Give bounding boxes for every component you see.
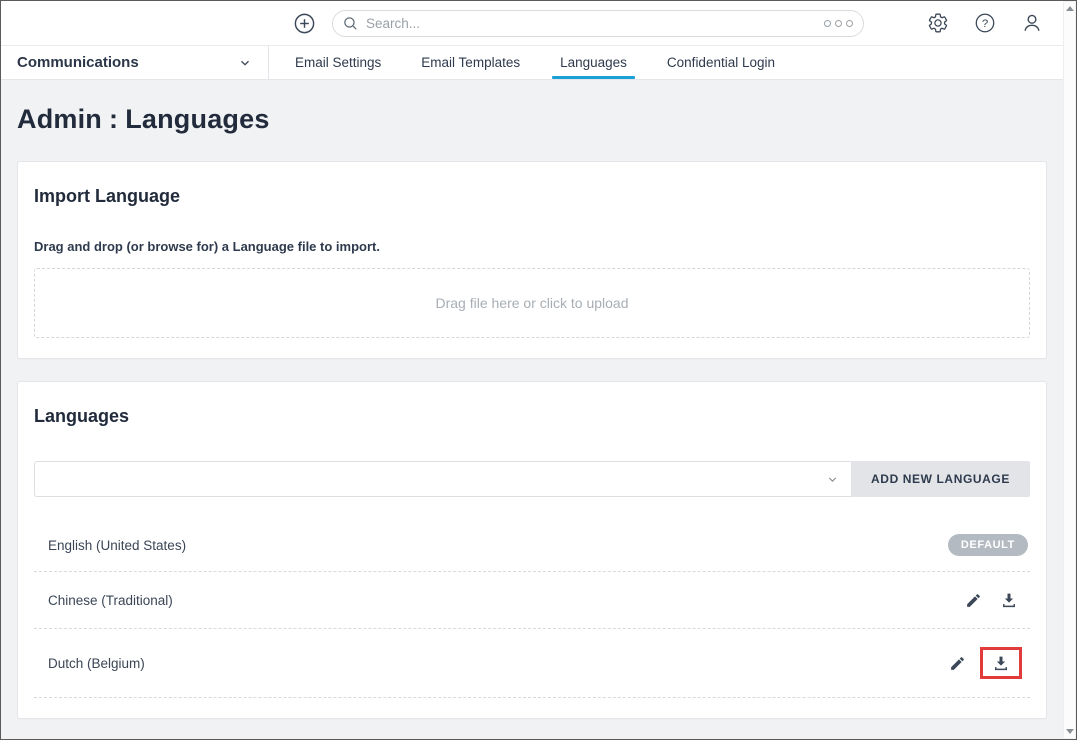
language-name: Chinese (Traditional)	[48, 592, 173, 608]
language-row-dutch: Dutch (Belgium)	[34, 629, 1030, 698]
import-instruction: Drag and drop (or browse for) a Language…	[34, 239, 380, 254]
tab-email-settings[interactable]: Email Settings	[275, 46, 401, 79]
app-window: Search... ? Communications Email Setting…	[0, 0, 1077, 740]
language-list: English (United States) DEFAULT Chinese …	[34, 519, 1030, 698]
settings-button[interactable]	[927, 12, 949, 34]
tab-bar: Email Settings Email Templates Languages…	[275, 46, 795, 79]
language-name: Dutch (Belgium)	[48, 655, 145, 671]
scroll-down-icon[interactable]	[1065, 729, 1074, 734]
file-dropzone[interactable]: Drag file here or click to upload	[34, 268, 1030, 338]
vertical-scrollbar[interactable]	[1063, 2, 1075, 738]
add-new-button[interactable]	[293, 12, 316, 35]
chevron-down-icon	[826, 473, 839, 486]
dropzone-label: Drag file here or click to upload	[435, 295, 629, 311]
page-title-page: Languages	[125, 104, 270, 134]
language-name: English (United States)	[48, 537, 187, 553]
scroll-up-icon[interactable]	[1065, 6, 1074, 11]
user-menu-button[interactable]	[1021, 12, 1043, 34]
pencil-icon	[965, 592, 982, 609]
help-button[interactable]: ?	[974, 12, 996, 34]
page-title-section: Admin	[17, 104, 102, 134]
import-language-card: Import Language Drag and drop (or browse…	[17, 161, 1047, 359]
top-bar: Search... ?	[1, 1, 1063, 46]
search-input[interactable]: Search...	[332, 9, 864, 37]
help-icon: ?	[974, 12, 996, 34]
languages-card-title: Languages	[34, 406, 130, 426]
tab-email-templates[interactable]: Email Templates	[401, 46, 540, 79]
download-icon	[1000, 591, 1018, 609]
main-area: Search... ? Communications Email Setting…	[1, 1, 1063, 739]
add-new-language-button[interactable]: ADD NEW LANGUAGE	[851, 461, 1030, 497]
nav-bar: Communications Email Settings Email Temp…	[1, 46, 1063, 80]
search-placeholder: Search...	[366, 15, 421, 31]
languages-card: Languages ADD NEW LANGUAGE English (Unit…	[17, 381, 1047, 719]
more-options-icon[interactable]	[824, 19, 853, 27]
language-select[interactable]	[34, 461, 851, 497]
download-language-button[interactable]	[996, 587, 1022, 613]
edit-language-button[interactable]	[961, 588, 986, 613]
user-icon	[1021, 12, 1043, 34]
svg-text:?: ?	[982, 18, 988, 30]
tab-languages[interactable]: Languages	[540, 46, 647, 79]
row-actions	[961, 587, 1022, 613]
row-actions	[945, 647, 1022, 679]
add-language-row: ADD NEW LANGUAGE	[34, 461, 1030, 497]
module-dropdown[interactable]: Communications	[1, 46, 269, 79]
page-title-separator: :	[109, 104, 119, 134]
page-content: Admin: Languages Import Language Drag and…	[1, 104, 1063, 719]
pencil-icon	[949, 655, 966, 672]
plus-circle-icon	[293, 12, 316, 35]
search-icon	[342, 15, 359, 32]
tab-confidential-login[interactable]: Confidential Login	[647, 46, 795, 79]
highlight-box	[980, 647, 1022, 679]
page-title: Admin: Languages	[17, 104, 1047, 135]
default-badge: DEFAULT	[947, 534, 1028, 556]
import-card-title: Import Language	[34, 186, 181, 206]
language-row-chinese: Chinese (Traditional)	[34, 572, 1030, 629]
topbar-center: Search...	[293, 9, 864, 37]
module-dropdown-label: Communications	[17, 54, 139, 71]
edit-language-button[interactable]	[945, 651, 970, 676]
language-row-english: English (United States) DEFAULT	[34, 519, 1030, 572]
chevron-down-icon	[238, 56, 252, 70]
download-language-button[interactable]	[990, 652, 1012, 674]
topbar-right: ?	[927, 12, 1043, 34]
gear-icon	[927, 12, 949, 34]
download-icon	[992, 654, 1010, 672]
